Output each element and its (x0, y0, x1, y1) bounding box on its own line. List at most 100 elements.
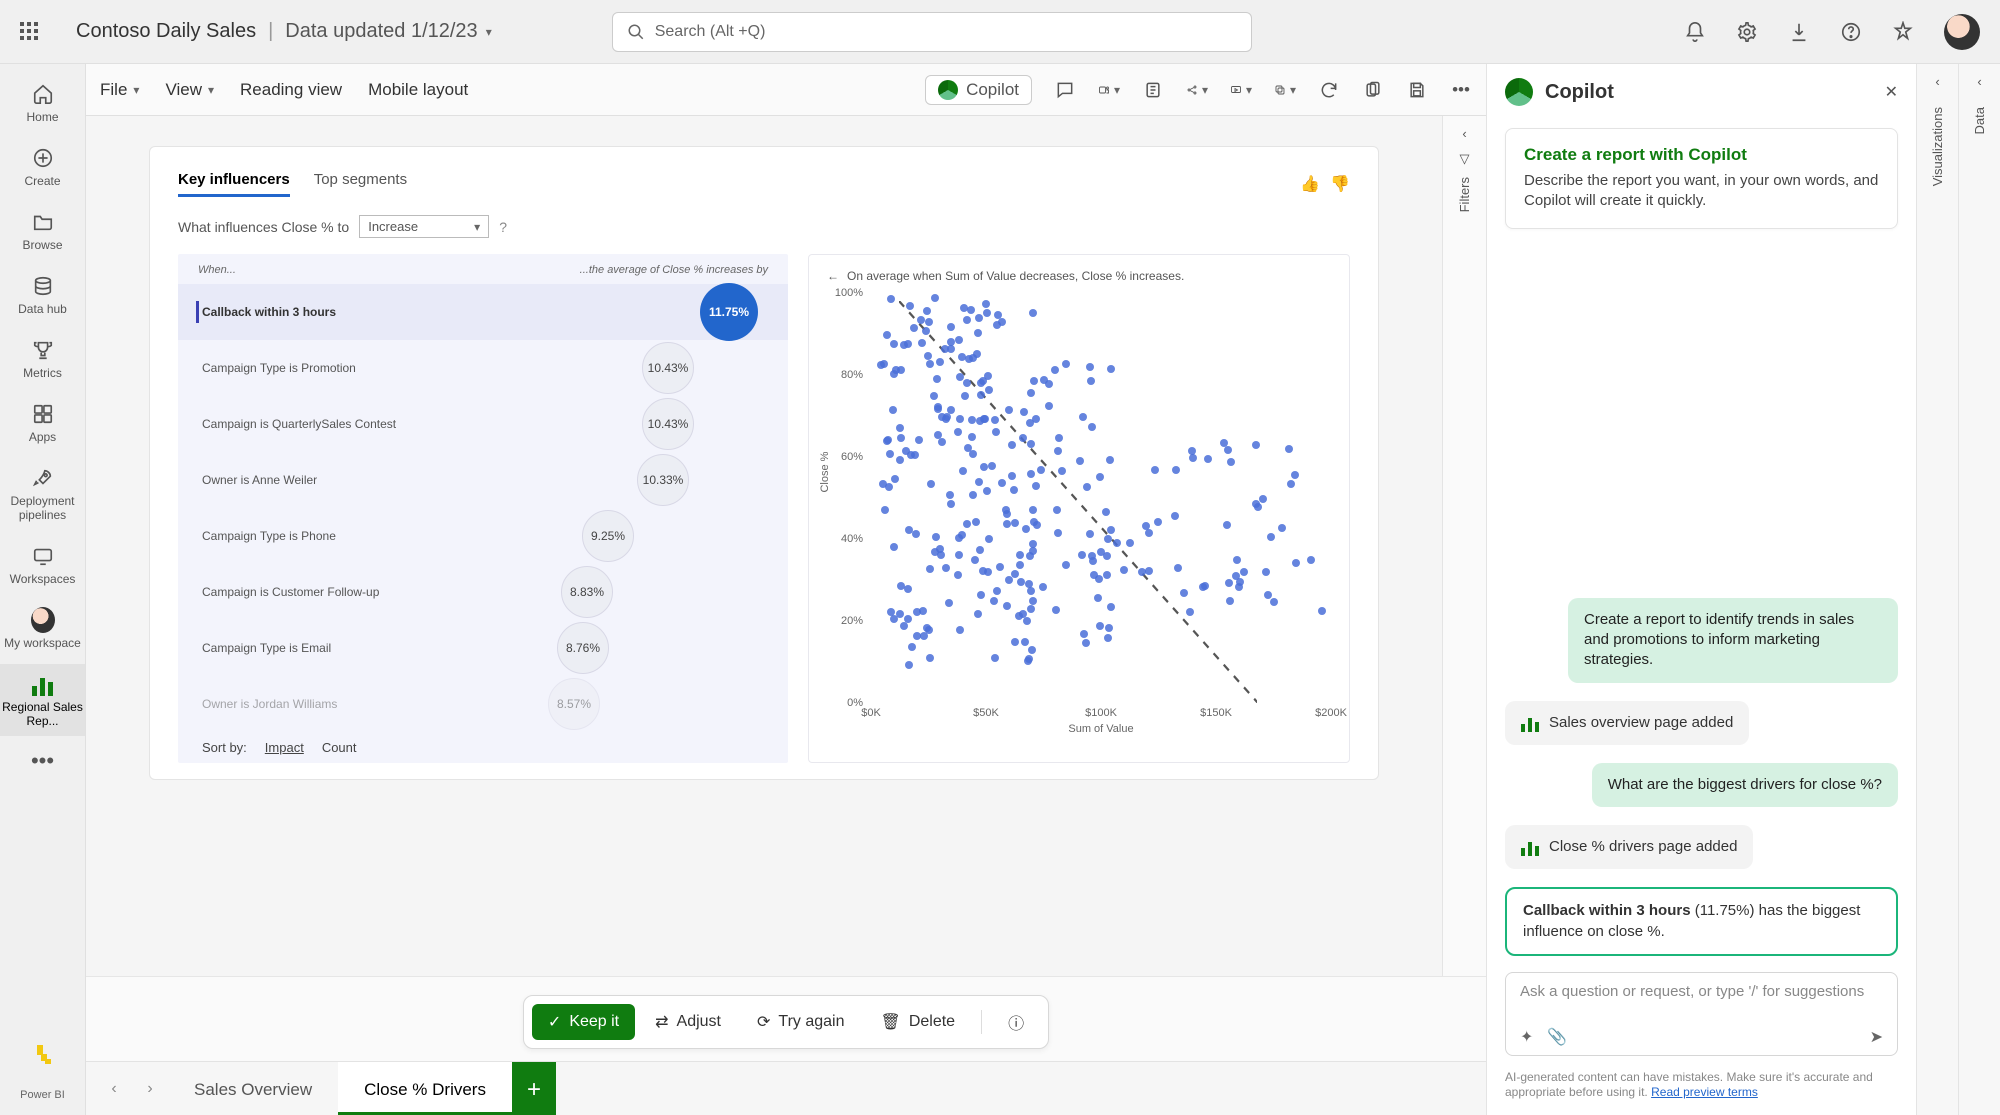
chevron-left-icon[interactable]: ‹ (1977, 74, 1981, 89)
app-launcher-icon[interactable] (20, 22, 40, 42)
add-page-button[interactable]: + (512, 1062, 556, 1115)
filters-pane-collapsed[interactable]: ‹ ▽ Filters (1442, 116, 1486, 976)
influencer-row[interactable]: Campaign Type is Promotion 10.43% (178, 340, 788, 396)
top-header: Contoso Daily Sales | Data updated 1/12/… (0, 0, 2000, 64)
nav-data-hub[interactable]: Data hub (0, 266, 85, 324)
nav-deployment-pipelines[interactable]: Deployment pipelines (0, 458, 85, 530)
help-icon[interactable] (1840, 21, 1862, 43)
copilot-action-bar: ✓Keep it ⇄Adjust ⟳Try again 🗑Delete ⓘ (86, 976, 1486, 1061)
ki-question: What influences Close % to Increase ▾ ? (178, 215, 1350, 238)
refresh-icon[interactable] (1318, 79, 1340, 101)
influencer-row[interactable]: Owner is Anne Weiler 10.33% (178, 452, 788, 508)
nav-more-icon[interactable]: ••• (31, 748, 54, 774)
chat-message-highlight: Callback within 3 hours (11.75%) has the… (1505, 887, 1898, 956)
nav-create[interactable]: Create (0, 138, 85, 196)
mobile-layout-button[interactable]: Mobile layout (368, 80, 468, 100)
data-pane-collapsed[interactable]: ‹ Data (1958, 64, 2000, 1115)
influencer-row[interactable]: Campaign is QuarterlySales Contest 10.43… (178, 396, 788, 452)
increase-select[interactable]: Increase ▾ (359, 215, 489, 238)
sort-count[interactable]: Count (322, 740, 357, 755)
close-icon[interactable]: ✕ (1885, 82, 1898, 102)
thumbs-down-icon[interactable]: 👎 (1330, 174, 1350, 194)
chevron-left-icon[interactable]: ‹ (1462, 126, 1466, 141)
search-icon (627, 23, 645, 41)
tabs-prev-icon[interactable]: ‹ (96, 1062, 132, 1115)
visualizations-pane-collapsed[interactable]: ‹ Visualizations (1916, 64, 1958, 1115)
reading-view-button[interactable]: Reading view (240, 80, 342, 100)
more-icon[interactable]: ••• (1450, 79, 1472, 101)
main-column: File▾ View▾ Reading view Mobile layout C… (86, 64, 1486, 1115)
download-icon[interactable] (1788, 21, 1810, 43)
influencer-row[interactable]: Campaign is Customer Follow-up 8.83% (178, 564, 788, 620)
influencer-row[interactable]: Callback within 3 hours 11.75% (178, 284, 788, 340)
tabs-next-icon[interactable]: › (132, 1062, 168, 1115)
user-avatar[interactable] (1944, 14, 1980, 50)
nav-browse[interactable]: Browse (0, 202, 85, 260)
sort-controls: Sort by: Impact Count (178, 732, 788, 755)
duplicate-icon[interactable] (1362, 79, 1384, 101)
influencer-row[interactable]: Campaign Type is Phone 9.25% (178, 508, 788, 564)
view-menu[interactable]: View▾ (165, 80, 214, 100)
nav-home[interactable]: Home (0, 74, 85, 132)
scatter-plot: Close % 100% 80% 60% 40% 20% 0% (827, 293, 1331, 733)
chat-message-system[interactable]: Close % drivers page added (1505, 825, 1753, 869)
copilot-title: Copilot (1545, 81, 1614, 104)
page-tabs: ‹ › Sales Overview Close % Drivers + (86, 1061, 1486, 1115)
sort-impact[interactable]: Impact (265, 740, 304, 755)
copy-icon[interactable]: ▾ (1274, 79, 1296, 101)
report-title[interactable]: Contoso Daily Sales (76, 20, 256, 43)
file-menu[interactable]: File▾ (100, 80, 139, 100)
nav-workspaces[interactable]: Workspaces (0, 536, 85, 594)
chat-message-user: Create a report to identify trends in sa… (1568, 598, 1898, 683)
copilot-disclaimer: AI-generated content can have mistakes. … (1487, 1064, 1916, 1115)
delete-button[interactable]: 🗑Delete (865, 1004, 972, 1040)
nav-apps[interactable]: Apps (0, 394, 85, 452)
rocket-icon (31, 466, 55, 490)
nav-my-workspace[interactable]: My workspace (0, 600, 85, 658)
tab-key-influencers[interactable]: Key influencers (178, 171, 290, 197)
save-icon[interactable] (1406, 79, 1428, 101)
attach-icon[interactable]: 📎 (1547, 1027, 1567, 1047)
send-icon[interactable]: ➤ (1870, 1027, 1883, 1047)
scatter-chart[interactable]: ← On average when Sum of Value decreases… (808, 254, 1350, 763)
search-input[interactable]: Search (Alt +Q) (612, 12, 1252, 52)
chat-message-system[interactable]: Sales overview page added (1505, 701, 1749, 745)
info-button[interactable]: ⓘ (992, 1002, 1040, 1042)
page-tab-close-drivers[interactable]: Close % Drivers (338, 1062, 512, 1115)
tab-top-segments[interactable]: Top segments (314, 171, 407, 197)
preview-terms-link[interactable]: Read preview terms (1651, 1085, 1758, 1099)
present-icon[interactable]: ▾ (1230, 79, 1252, 101)
home-icon (31, 82, 55, 106)
notifications-icon[interactable] (1684, 21, 1706, 43)
nav-regional-sales-report[interactable]: Regional Sales Rep... (0, 664, 85, 736)
plus-circle-icon (31, 146, 55, 170)
influencer-row[interactable]: Owner is Jordan Williams 8.57% (178, 676, 788, 732)
data-updated[interactable]: Data updated 1/12/23 ▾ (285, 20, 491, 43)
nav-metrics[interactable]: Metrics (0, 330, 85, 388)
nav-powerbi-home[interactable]: Power BI (0, 1051, 85, 1115)
back-arrow-icon[interactable]: ← (827, 269, 839, 283)
export-icon[interactable] (1142, 79, 1164, 101)
trash-icon: 🗑 (881, 1012, 901, 1032)
value-bubble: 10.33% (637, 454, 689, 506)
teams-icon[interactable]: ▾ (1098, 79, 1120, 101)
chevron-down-icon: ▾ (486, 25, 492, 39)
feedback-icon[interactable] (1892, 21, 1914, 43)
settings-icon[interactable] (1736, 21, 1758, 43)
share-icon[interactable]: ▾ (1186, 79, 1208, 101)
thumbs-up-icon[interactable]: 👍 (1300, 174, 1320, 194)
try-again-button[interactable]: ⟳Try again (741, 1004, 861, 1040)
copilot-button[interactable]: Copilot (925, 75, 1032, 105)
chat-icon[interactable] (1054, 79, 1076, 101)
page-tab-sales-overview[interactable]: Sales Overview (168, 1062, 338, 1115)
copilot-input[interactable]: Ask a question or request, or type '/' f… (1505, 972, 1898, 1056)
adjust-button[interactable]: ⇄Adjust (639, 1004, 737, 1040)
chevron-left-icon[interactable]: ‹ (1935, 74, 1939, 89)
key-influencers-visual[interactable]: Key influencers Top segments 👍 👎 What in… (149, 146, 1379, 780)
copilot-icon (938, 80, 958, 100)
keep-it-button[interactable]: ✓Keep it (532, 1004, 635, 1040)
sparkle-icon[interactable]: ✦ (1520, 1027, 1533, 1047)
visual-feedback: 👍 👎 (1300, 174, 1350, 194)
help-icon[interactable]: ? (499, 219, 507, 235)
influencer-row[interactable]: Campaign Type is Email 8.76% (178, 620, 788, 676)
